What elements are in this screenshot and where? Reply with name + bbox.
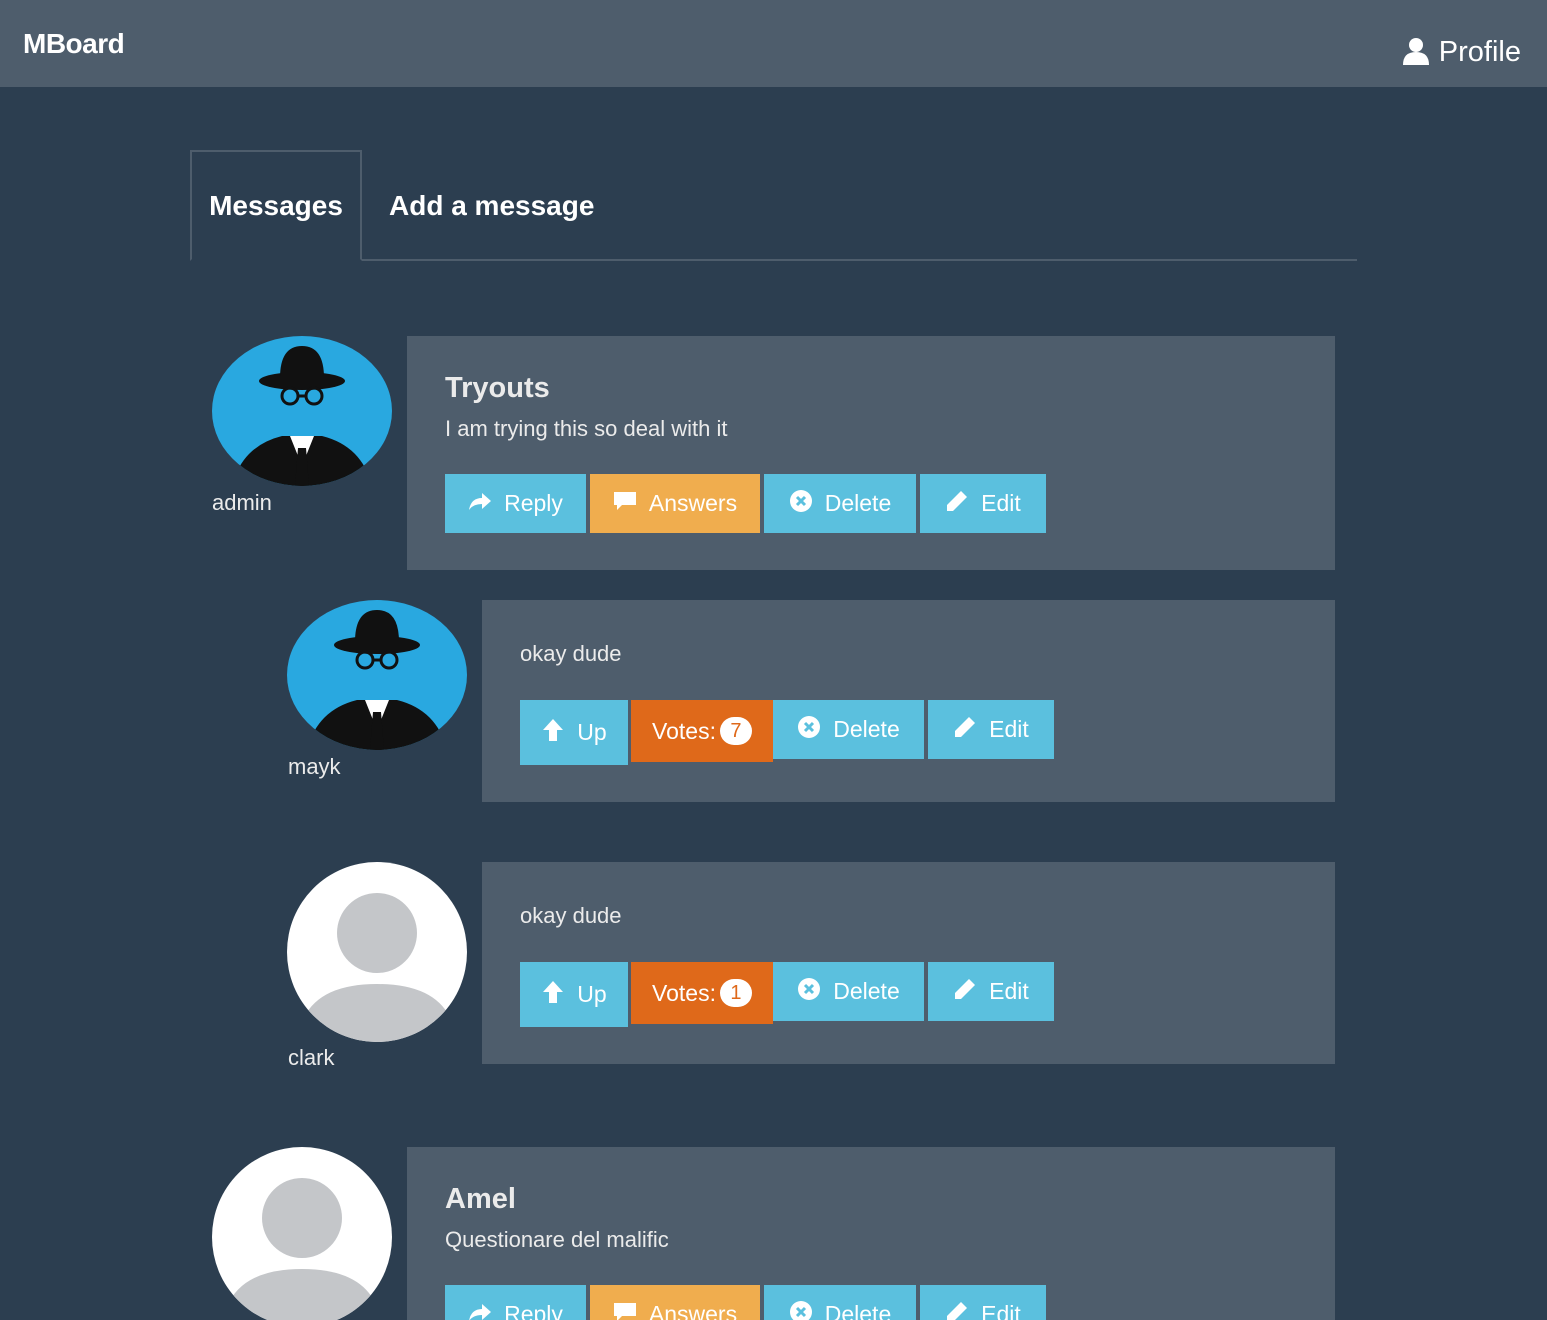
reply-button[interactable]: Reply (445, 474, 586, 533)
votes-label: Votes: (652, 717, 716, 744)
delete-button[interactable]: Delete (764, 474, 916, 533)
share-arrow-icon (468, 489, 492, 519)
edit-label: Edit (981, 490, 1021, 516)
remove-circle-icon (797, 715, 821, 745)
message-actions: Reply Answers Delete Edit (445, 1285, 1050, 1320)
remove-circle-icon (789, 1300, 813, 1320)
tab-add-message[interactable]: Add a message (389, 150, 594, 261)
hat-man-avatar (287, 600, 467, 750)
author-name[interactable]: mayk (288, 754, 341, 780)
delete-button[interactable]: Delete (773, 962, 924, 1021)
profile-label: Profile (1438, 35, 1521, 68)
message-card: Amel Questionare del malific Reply Answe… (407, 1147, 1335, 1320)
answer-card: okay dude Up Votes: 1 Delete Edit (482, 862, 1335, 1064)
arrow-up-icon (541, 718, 565, 748)
delete-label: Delete (824, 490, 892, 516)
message-title: Tryouts (445, 372, 550, 404)
upvote-button[interactable]: Up (520, 700, 628, 765)
remove-circle-icon (797, 977, 821, 1007)
answers-label: Answers (648, 490, 738, 516)
pencil-icon (953, 977, 977, 1007)
comment-icon (613, 1300, 637, 1320)
edit-label: Edit (989, 716, 1029, 742)
up-label: Up (577, 981, 607, 1007)
edit-button[interactable]: Edit (920, 1285, 1046, 1320)
message-body: Questionare del malific (445, 1227, 669, 1252)
default-user-avatar (212, 1147, 392, 1320)
edit-button[interactable]: Edit (920, 474, 1046, 533)
answers-button[interactable]: Answers (590, 474, 760, 533)
brand-logo[interactable]: MBoard (23, 28, 125, 60)
pencil-icon (945, 1300, 969, 1320)
reply-label: Reply (504, 1301, 563, 1320)
edit-button[interactable]: Edit (928, 962, 1054, 1021)
tab-bar: Messages Add a message (190, 150, 1357, 261)
answers-button[interactable]: Answers (590, 1285, 760, 1320)
delete-button[interactable]: Delete (764, 1285, 916, 1320)
votes-badge: 7 (719, 717, 752, 745)
delete-label: Delete (833, 978, 900, 1004)
message-title: Amel (445, 1183, 516, 1215)
answer-body: okay dude (520, 641, 622, 666)
edit-label: Edit (989, 978, 1029, 1004)
reply-button[interactable]: Reply (445, 1285, 586, 1320)
user-icon (1402, 31, 1429, 73)
answer-card: okay dude Up Votes: 7 Delete Edit (482, 600, 1335, 802)
answer-actions: Up Votes: 7 Delete Edit (520, 700, 1058, 765)
comment-icon (613, 489, 637, 519)
answer-body: okay dude (520, 903, 622, 928)
answers-label: Answers (648, 1301, 738, 1320)
answer-actions: Up Votes: 1 Delete Edit (520, 962, 1058, 1027)
reply-label: Reply (504, 490, 563, 516)
delete-button[interactable]: Delete (773, 700, 924, 759)
votes-counter: Votes: 7 (631, 700, 773, 762)
votes-badge: 1 (719, 979, 752, 1007)
pencil-icon (945, 489, 969, 519)
profile-link[interactable]: Profile (1402, 31, 1521, 73)
author-name[interactable]: clark (288, 1045, 334, 1071)
edit-label: Edit (981, 1301, 1021, 1320)
author-name[interactable]: admin (212, 490, 272, 516)
message-body: I am trying this so deal with it (445, 416, 728, 441)
default-user-avatar (287, 862, 467, 1042)
edit-button[interactable]: Edit (928, 700, 1054, 759)
delete-label: Delete (824, 1301, 892, 1320)
pencil-icon (953, 715, 977, 745)
message-actions: Reply Answers Delete Edit (445, 474, 1050, 533)
navbar: MBoard Profile (0, 0, 1547, 87)
up-label: Up (577, 719, 607, 745)
votes-counter: Votes: 1 (631, 962, 773, 1024)
hat-man-avatar (212, 336, 392, 486)
upvote-button[interactable]: Up (520, 962, 628, 1027)
votes-label: Votes: (652, 979, 716, 1006)
message-card: Tryouts I am trying this so deal with it… (407, 336, 1335, 570)
remove-circle-icon (789, 489, 813, 519)
share-arrow-icon (468, 1300, 492, 1320)
tab-messages[interactable]: Messages (190, 150, 362, 261)
arrow-up-icon (541, 980, 565, 1010)
delete-label: Delete (833, 716, 900, 742)
